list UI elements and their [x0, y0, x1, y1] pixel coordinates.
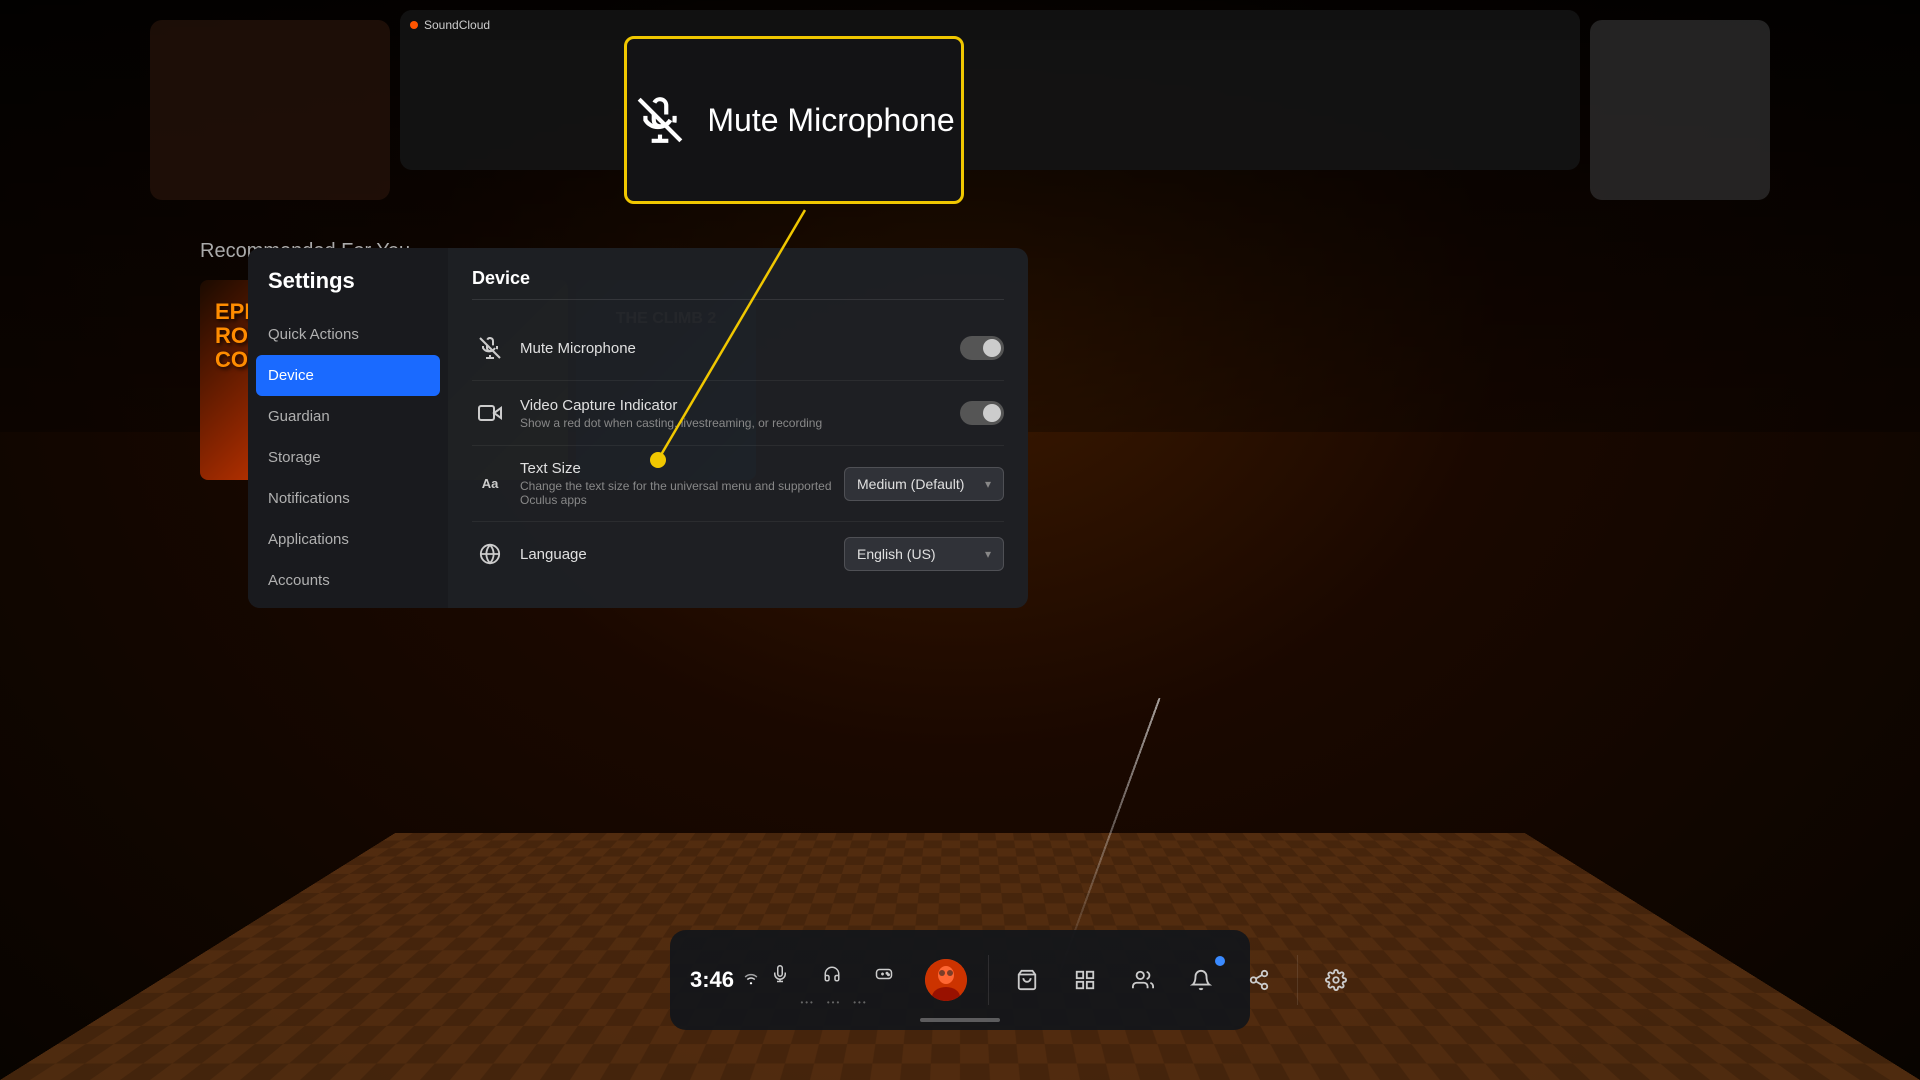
taskbar-avatar[interactable]	[922, 956, 970, 1004]
taskbar-icon-notifications[interactable]	[1181, 960, 1221, 1000]
sidebar-item-quick-actions[interactable]: Quick Actions	[248, 314, 448, 355]
wifi-icon	[742, 971, 760, 990]
mute-mic-control	[960, 336, 1004, 360]
soundcloud-dot	[410, 21, 418, 29]
controller-icons-row	[760, 954, 904, 994]
tooltip-mic-icon	[633, 93, 687, 147]
language-value: English (US)	[857, 546, 936, 562]
video-capture-toggle-thumb	[983, 404, 1001, 422]
controller-icons-group: ••• ••• •••	[760, 954, 904, 1007]
mute-mic-name: Mute Microphone	[520, 340, 960, 357]
language-row: Language English (US) ▾	[472, 522, 1004, 586]
taskbar-divider-1	[988, 955, 989, 1005]
sidebar-item-storage[interactable]: Storage	[248, 437, 448, 478]
text-size-icon: Aa	[472, 466, 508, 502]
sidebar-item-notifications[interactable]: Notifications	[248, 478, 448, 519]
mute-mic-info: Mute Microphone	[520, 340, 960, 357]
text-size-row: Aa Text Size Change the text size for th…	[472, 446, 1004, 522]
taskbar-icon-headset[interactable]	[812, 954, 852, 994]
soundcloud-title: SoundCloud	[424, 18, 490, 32]
vr-panel-soundcloud: SoundCloud	[400, 10, 1580, 170]
language-name: Language	[520, 546, 844, 563]
controller-dots-1: •••	[800, 998, 814, 1007]
taskbar-icon-settings-gear[interactable]	[1316, 960, 1356, 1000]
taskbar-icon-apps[interactable]	[1065, 960, 1105, 1000]
settings-content: Device Mute Microphone	[448, 248, 1028, 608]
taskbar-time: 3:46	[690, 967, 734, 993]
soundcloud-content	[400, 80, 1580, 100]
settings-panel: Settings Quick Actions Device Guardian S…	[248, 248, 1028, 608]
language-dropdown[interactable]: English (US) ▾	[844, 537, 1004, 571]
mute-microphone-tooltip: Mute Microphone	[624, 36, 964, 204]
notifications-badge	[1215, 956, 1225, 966]
language-arrow: ▾	[985, 547, 991, 561]
taskbar-icons-left	[742, 971, 760, 990]
video-capture-desc: Show a red dot when casting, livestreami…	[520, 416, 960, 430]
sidebar-item-accounts[interactable]: Accounts	[248, 560, 448, 601]
text-size-name: Text Size	[520, 460, 844, 477]
vr-panel-left	[150, 20, 390, 200]
taskbar-scroll-indicator	[920, 1018, 1000, 1022]
tooltip-label: Mute Microphone	[707, 102, 954, 139]
sidebar-item-guardian[interactable]: Guardian	[248, 396, 448, 437]
controller-dots-row: ••• ••• •••	[796, 998, 867, 1007]
video-capture-row: Video Capture Indicator Show a red dot w…	[472, 381, 1004, 446]
settings-panel-title: Settings	[248, 268, 448, 314]
taskbar-icon-share[interactable]	[1239, 960, 1279, 1000]
vr-panel-right	[1590, 20, 1770, 200]
language-icon	[472, 536, 508, 572]
language-control: English (US) ▾	[844, 537, 1004, 571]
taskbar-icon-mic[interactable]	[760, 954, 800, 994]
taskbar-icon-controller[interactable]	[864, 954, 904, 994]
mute-microphone-row: Mute Microphone	[472, 316, 1004, 381]
avatar-image	[925, 959, 967, 1001]
controller-dots-3: •••	[853, 998, 867, 1007]
sidebar-item-device[interactable]: Device	[256, 355, 440, 396]
mute-mic-toggle[interactable]	[960, 336, 1004, 360]
text-size-arrow: ▾	[985, 477, 991, 491]
taskbar-icon-people[interactable]	[1123, 960, 1163, 1000]
taskbar-icon-store[interactable]	[1007, 960, 1047, 1000]
text-size-value: Medium (Default)	[857, 476, 964, 492]
taskbar-main-icons: ••• ••• •••	[760, 954, 1356, 1007]
language-info: Language	[520, 546, 844, 563]
video-capture-toggle[interactable]	[960, 401, 1004, 425]
controller-dots-2: •••	[827, 998, 841, 1007]
mute-mic-icon	[472, 330, 508, 366]
taskbar: 3:46	[670, 930, 1250, 1030]
mute-mic-toggle-thumb	[983, 339, 1001, 357]
text-size-desc: Change the text size for the universal m…	[520, 479, 844, 507]
video-capture-info: Video Capture Indicator Show a red dot w…	[520, 397, 960, 430]
text-size-dropdown[interactable]: Medium (Default) ▾	[844, 467, 1004, 501]
device-section-title: Device	[472, 268, 1004, 300]
sidebar-item-applications[interactable]: Applications	[248, 519, 448, 560]
video-capture-name: Video Capture Indicator	[520, 397, 960, 414]
text-size-control: Medium (Default) ▾	[844, 467, 1004, 501]
text-size-info: Text Size Change the text size for the u…	[520, 460, 844, 507]
taskbar-divider-2	[1297, 955, 1298, 1005]
settings-sidebar: Settings Quick Actions Device Guardian S…	[248, 248, 448, 608]
video-capture-icon	[472, 395, 508, 431]
video-capture-control	[960, 401, 1004, 425]
